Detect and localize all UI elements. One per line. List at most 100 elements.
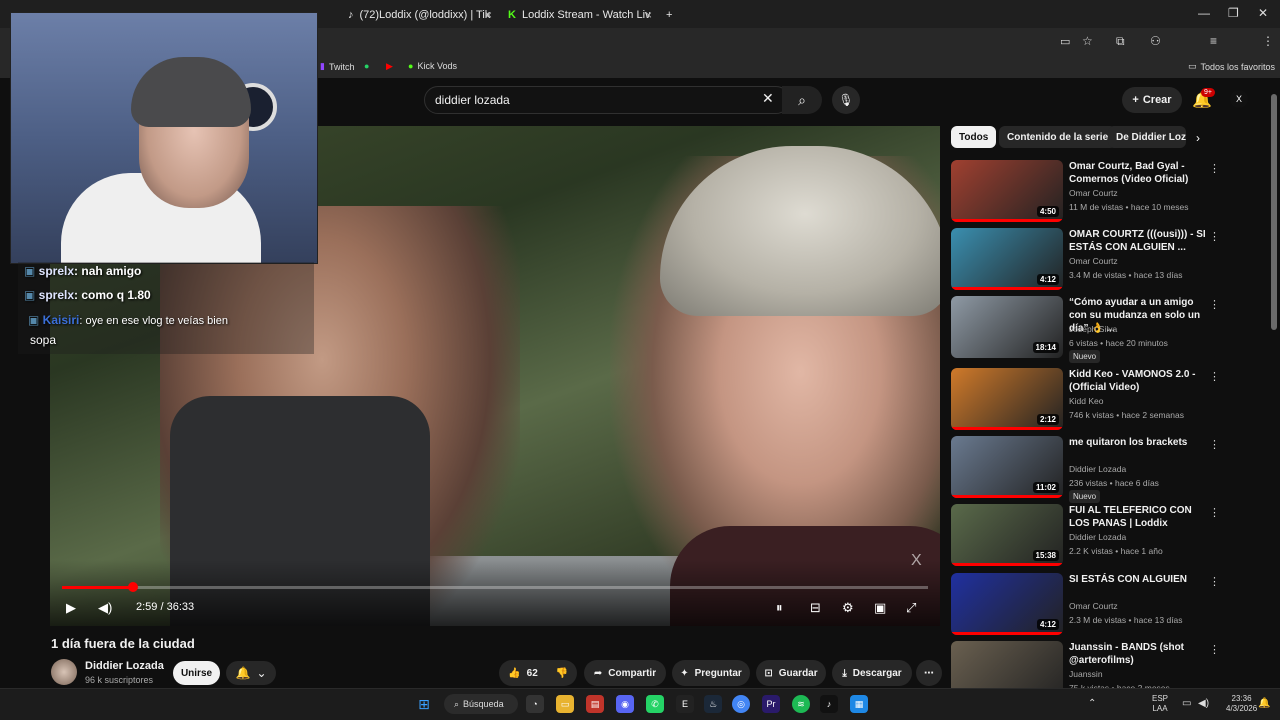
video-thumbnail[interactable]: 2:12: [951, 368, 1063, 430]
ask-button[interactable]: ✦ Preguntar: [672, 660, 750, 686]
chevron-right-icon[interactable]: ›: [1196, 131, 1200, 145]
recommendation-channel[interactable]: Omar Courtz: [1069, 601, 1118, 611]
explorer-icon[interactable]: ▭: [556, 695, 574, 713]
progress-bar[interactable]: [62, 586, 928, 589]
more-options-icon[interactable]: ⋮: [1209, 643, 1220, 656]
channel-name[interactable]: Diddier Lozada: [85, 660, 164, 672]
search-input[interactable]: diddier lozada: [424, 86, 790, 114]
menu-list-icon[interactable]: ≡: [1210, 34, 1217, 48]
more-options-icon[interactable]: ⋮: [1209, 370, 1220, 383]
network-icon[interactable]: ▭: [1182, 698, 1191, 709]
download-button[interactable]: ⤓ Descargar: [832, 660, 912, 686]
recommendation-title[interactable]: SI ESTÁS CON ALGUIEN: [1069, 573, 1207, 586]
video-thumbnail[interactable]: 18:14: [951, 296, 1063, 358]
volume-icon[interactable]: ◀): [1198, 698, 1209, 709]
chrome-icon[interactable]: ◎: [732, 695, 750, 713]
subtitles-icon[interactable]: ⊟: [810, 600, 821, 616]
settings-gear-icon[interactable]: ⚙: [842, 600, 854, 616]
whatsapp-icon[interactable]: ✆: [646, 695, 664, 713]
chevron-up-icon[interactable]: ⌃: [1088, 698, 1096, 709]
steam-icon[interactable]: ♨: [704, 695, 722, 713]
recommendation-item[interactable]: 15:38 FUI AL TELEFERICO CON LOS PANAS | L…: [951, 504, 1220, 568]
video-thumbnail[interactable]: 15:38: [951, 504, 1063, 566]
subscription-bell-button[interactable]: 🔔 ⌄: [226, 661, 276, 685]
recommendation-item[interactable]: 4:12 SI ESTÁS CON ALGUIEN Omar Courtz 2.3 M…: [951, 573, 1220, 637]
recommendation-item[interactable]: 18:14 “Cómo ayudar a un amigo con su muda…: [951, 296, 1220, 363]
bookmark-twitch[interactable]: ▮ Twitch: [320, 61, 354, 72]
bookmark-youtube[interactable]: ▶: [386, 61, 393, 72]
language-indicator[interactable]: ESP LAA: [1152, 694, 1168, 714]
autoplay-toggle[interactable]: ⏸: [776, 600, 783, 616]
app-icon[interactable]: ▦: [850, 695, 868, 713]
recommendation-channel[interactable]: Diddier Lozada: [1069, 464, 1126, 474]
spotify-icon[interactable]: ≋: [792, 695, 810, 713]
windows-start-icon[interactable]: ⊞: [415, 695, 433, 713]
cast-icon[interactable]: ▭: [1060, 35, 1070, 48]
kebab-menu-icon[interactable]: ⋮: [1262, 34, 1274, 48]
dislike-button[interactable]: 👎: [547, 660, 577, 686]
video-thumbnail[interactable]: 4:12: [951, 228, 1063, 290]
video-thumbnail[interactable]: 4:12: [951, 573, 1063, 635]
tab-tiktok[interactable]: ♪ (72)Loddix (@loddixx) | TikTok ×: [342, 4, 496, 26]
more-options-icon[interactable]: ⋮: [1209, 506, 1220, 519]
close-tab-icon[interactable]: ×: [485, 8, 492, 22]
recommendation-channel[interactable]: Juanssin: [1069, 669, 1103, 679]
chip-series[interactable]: Contenido de la serie: [999, 126, 1117, 148]
recommendation-title[interactable]: Omar Courtz, Bad Gyal - Comernos (Video …: [1069, 160, 1207, 186]
clear-search-icon[interactable]: ✕: [762, 90, 774, 107]
more-options-icon[interactable]: ⋮: [1209, 298, 1220, 311]
premiere-icon[interactable]: Pr: [762, 695, 780, 713]
minimize-button[interactable]: —: [1198, 6, 1210, 20]
more-options-icon[interactable]: ⋮: [1209, 438, 1220, 451]
more-options-icon[interactable]: ⋮: [1209, 575, 1220, 588]
search-button[interactable]: ⌕: [782, 86, 822, 114]
account-avatar[interactable]: X: [1230, 90, 1248, 108]
profile-icon[interactable]: ⚇: [1150, 34, 1161, 48]
recommendation-channel[interactable]: Omar Courtz: [1069, 256, 1118, 266]
tab-kick[interactable]: K Loddix Stream - Watch Live on ×: [502, 4, 656, 26]
more-options-icon[interactable]: ⋮: [1209, 162, 1220, 175]
recommendation-item[interactable]: 4:50 Omar Courtz, Bad Gyal - Comernos (Vi…: [951, 160, 1220, 224]
discord-icon[interactable]: ◉: [616, 695, 634, 713]
notification-bell-icon[interactable]: 🔔: [1258, 698, 1270, 709]
share-button[interactable]: ➦ Compartir: [584, 660, 666, 686]
recommendation-item[interactable]: 4:12 OMAR COURTZ (((ousi))) - SI ESTÁS CO…: [951, 228, 1220, 292]
save-button[interactable]: ⊡ Guardar: [756, 660, 826, 686]
recommendation-title[interactable]: FUI AL TELEFERICO CON LOS PANAS | Loddix: [1069, 504, 1207, 530]
recommendation-title[interactable]: OMAR COURTZ (((ousi))) - SI ESTÁS CON AL…: [1069, 228, 1207, 254]
video-thumbnail[interactable]: 11:02: [951, 436, 1063, 498]
progress-scrubber[interactable]: [128, 582, 138, 592]
app-icon[interactable]: ◔: [526, 695, 544, 713]
recommendation-title[interactable]: me quitaron los brackets: [1069, 436, 1207, 449]
epic-games-icon[interactable]: E: [676, 695, 694, 713]
taskbar-search[interactable]: ⌕ Búsqueda: [444, 694, 518, 714]
star-icon[interactable]: ☆: [1082, 34, 1093, 48]
miniplayer-icon[interactable]: ▣: [874, 600, 886, 616]
clock[interactable]: 23:36 4/3/2026: [1226, 694, 1257, 714]
fullscreen-icon[interactable]: ⤢: [906, 600, 916, 616]
recommendation-item[interactable]: 2:12 Kidd Keo - VAMONOS 2.0 - (Official V…: [951, 368, 1220, 432]
app-icon[interactable]: ▤: [586, 695, 604, 713]
close-window-button[interactable]: ✕: [1258, 6, 1268, 20]
all-bookmarks[interactable]: ▭ Todos los favoritos: [1188, 61, 1275, 72]
bookmark-kick-vods[interactable]: ● Kick Vods: [408, 61, 457, 71]
join-button[interactable]: Unirse: [173, 661, 220, 685]
extensions-icon[interactable]: ⧉: [1116, 34, 1125, 49]
recommendation-item[interactable]: 11:02 me quitaron los brackets Diddier Loz…: [951, 436, 1220, 503]
recommendation-channel[interactable]: Kidd Keo: [1069, 396, 1104, 406]
tiktok-icon[interactable]: ♪: [820, 695, 838, 713]
new-tab-button[interactable]: +: [660, 4, 678, 26]
voice-search-button[interactable]: 🎙: [832, 86, 860, 114]
bookmark-whatsapp[interactable]: ●: [364, 61, 369, 71]
create-button[interactable]: + Crear: [1122, 87, 1182, 113]
recommendation-channel[interactable]: Diddier Lozada: [1069, 532, 1126, 542]
volume-icon[interactable]: ◀): [98, 600, 112, 616]
recommendation-channel[interactable]: Omar Courtz: [1069, 188, 1118, 198]
close-tab-icon[interactable]: ×: [645, 8, 652, 22]
video-thumbnail[interactable]: 4:50: [951, 160, 1063, 222]
channel-watermark[interactable]: X: [911, 552, 922, 570]
like-button[interactable]: 👍 62: [499, 660, 547, 686]
recommendation-title[interactable]: Juanssin - BANDS (shot @arterofilms): [1069, 641, 1207, 667]
recommendation-channel[interactable]: Joseph Silva: [1069, 324, 1117, 334]
maximize-button[interactable]: ❐: [1228, 6, 1239, 20]
